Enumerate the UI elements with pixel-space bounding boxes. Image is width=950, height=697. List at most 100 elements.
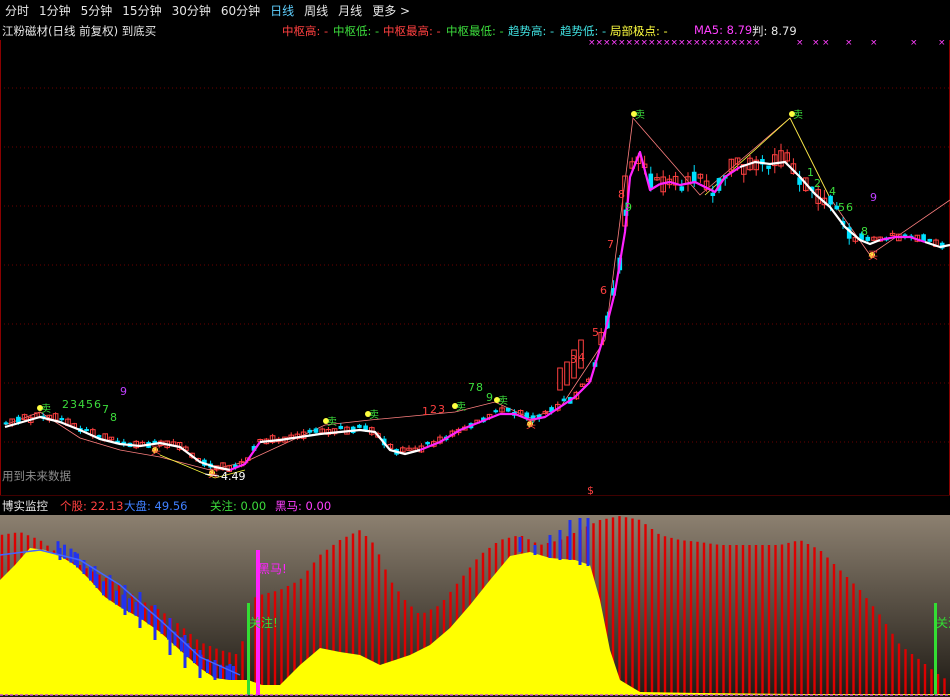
dollar-marker: $	[587, 484, 594, 495]
signal-x-marker: ×	[910, 40, 918, 48]
signal-x-marker: ×	[938, 40, 946, 48]
header-indicator-3: 中枢最低: -	[446, 24, 504, 38]
candle-body-down	[338, 425, 344, 429]
candle-body-down	[16, 416, 21, 423]
tab-5[interactable]: 60分钟	[216, 0, 265, 22]
candle-body-down	[561, 398, 567, 402]
candle-body-down	[679, 186, 685, 191]
buy-marker: 买	[208, 468, 218, 480]
signal-x-marker: ×	[701, 40, 709, 48]
tab-8[interactable]: 月线	[333, 0, 367, 22]
sell-marker: 卖	[327, 416, 337, 428]
wave-count-label: 5	[592, 326, 599, 339]
wave-count-label: 6	[600, 284, 607, 297]
follow-label: 关注!	[936, 615, 950, 630]
candle-body-down	[505, 407, 511, 412]
tab-7[interactable]: 周线	[299, 0, 333, 22]
candle-body-down	[313, 428, 319, 433]
signal-x-marker: ×	[656, 40, 664, 48]
signal-x-marker: ×	[796, 40, 804, 48]
wave-count-label: 2	[430, 403, 437, 416]
wave-count-label: 3	[570, 353, 577, 366]
candle-body-down	[927, 238, 933, 242]
signal-x-marker: ×	[753, 40, 761, 48]
signal-x-marker: ×	[812, 40, 820, 48]
sub-indicator-0: 个股: 22.13	[60, 499, 124, 513]
wave-count-label: 3	[70, 398, 77, 411]
signal-x-marker: ×	[731, 40, 739, 48]
sub-chart-header: 博实监控 个股: 22.13 大盘: 49.56 关注: 0.00 黑马: 0.00	[0, 495, 950, 516]
signal-x-marker: ×	[708, 40, 716, 48]
signal-x-marker: ×	[671, 40, 679, 48]
candle-body-down	[357, 424, 362, 428]
wave-count-label: 7	[468, 381, 475, 394]
monitor-indicator-chart[interactable]: 关注! 黑马! 关注!	[0, 515, 950, 697]
candle-body-down	[59, 417, 65, 421]
ma5-line	[924, 240, 950, 249]
wave-count-label: 3	[438, 403, 445, 416]
wave-count-label: 1	[807, 166, 814, 179]
wave-count-label: 8	[476, 381, 483, 394]
wave-count-label: 5	[86, 398, 93, 411]
signal-x-marker: ×	[738, 40, 746, 48]
candle-body-down	[84, 429, 89, 432]
wave-count-label: 9	[120, 385, 127, 398]
wave-count-label: 9	[625, 201, 632, 214]
wave-count-label: 4	[829, 185, 836, 198]
main-kline-chart[interactable]: 2 3 4 5 6 7891 2 37 893 4567891245 689卖卖卖卖卖卖 卖买买买买×…	[0, 40, 950, 495]
candle-body-down	[493, 410, 499, 413]
tab-0[interactable]: 分时	[0, 0, 34, 22]
sell-marker: 卖	[41, 403, 51, 415]
candle-body-up	[557, 367, 563, 391]
candle-body-down	[425, 441, 430, 445]
header-indicator-4: 趋势高: -	[508, 24, 555, 38]
header-indicator-7: MA5: 8.79	[694, 23, 753, 37]
ma5-line	[419, 412, 501, 452]
tab-9[interactable]: 更多 >	[367, 0, 415, 22]
sell-marker: 卖	[456, 401, 466, 413]
wave-count-label: 1	[422, 405, 429, 418]
main-chart-header: 江粉磁材(日线 前复权) 到底买 中枢高: - 中枢低: - 中枢最高: - 中枢最低:…	[0, 22, 950, 40]
tab-6[interactable]: 日线	[265, 0, 299, 22]
stock-chart-window: 分时 1分钟 5分钟 15分钟 30分钟 60分钟 日线 周线 月线 更多 > 江粉磁材(日线 前…	[0, 0, 950, 697]
candle-body-up	[564, 361, 570, 386]
follow-label: 关注!	[249, 615, 278, 630]
candle-body-down	[3, 422, 9, 425]
candle-body-down	[307, 429, 313, 433]
signal-x-marker: ×	[596, 40, 604, 48]
signal-x-marker: ×	[603, 40, 611, 48]
header-indicator-2: 中枢最高: -	[383, 24, 441, 38]
tab-4[interactable]: 30分钟	[167, 0, 216, 22]
signal-x-marker: ×	[663, 40, 671, 48]
signal-x-marker: ×	[686, 40, 694, 48]
sell-marker: 卖	[793, 109, 803, 121]
candle-body-down	[710, 192, 716, 196]
signal-x-marker: ×	[633, 40, 641, 48]
wave-count-label: 2	[62, 398, 69, 411]
tab-3[interactable]: 15分钟	[117, 0, 166, 22]
tab-2[interactable]: 5分钟	[76, 0, 118, 22]
signal-x-marker: ×	[693, 40, 701, 48]
sell-marker: 卖	[369, 409, 379, 421]
wave-count-label: 7	[102, 403, 109, 416]
header-indicator-8: 判: 8.79	[752, 24, 797, 38]
signal-x-marker: ×	[618, 40, 626, 48]
buy-marker: 买	[868, 250, 878, 262]
period-tab-bar: 分时 1分钟 5分钟 15分钟 30分钟 60分钟 日线 周线 月线 更多 >	[0, 0, 950, 22]
trend-line	[789, 117, 831, 199]
wave-count-label: 5	[838, 201, 845, 214]
header-indicator-0: 中枢高: -	[282, 24, 329, 38]
wave-count-label: 6	[846, 201, 853, 214]
signal-x-marker: ×	[641, 40, 649, 48]
header-indicator-1: 中枢低: -	[333, 24, 380, 38]
buy-marker: 买	[151, 445, 161, 457]
tab-1[interactable]: 1分钟	[34, 0, 76, 22]
low-price-label: 4.49	[221, 470, 246, 483]
wave-count-label: 8	[861, 225, 868, 238]
sub-indicator-3: 黑马: 0.00	[275, 499, 332, 513]
wave-count-label: 9	[870, 191, 877, 204]
sell-marker: 卖	[635, 109, 645, 121]
wave-count-label: 7	[607, 238, 614, 251]
sub-indicator-1: 大盘: 49.56	[124, 499, 188, 513]
signal-x-marker: ×	[870, 40, 878, 48]
